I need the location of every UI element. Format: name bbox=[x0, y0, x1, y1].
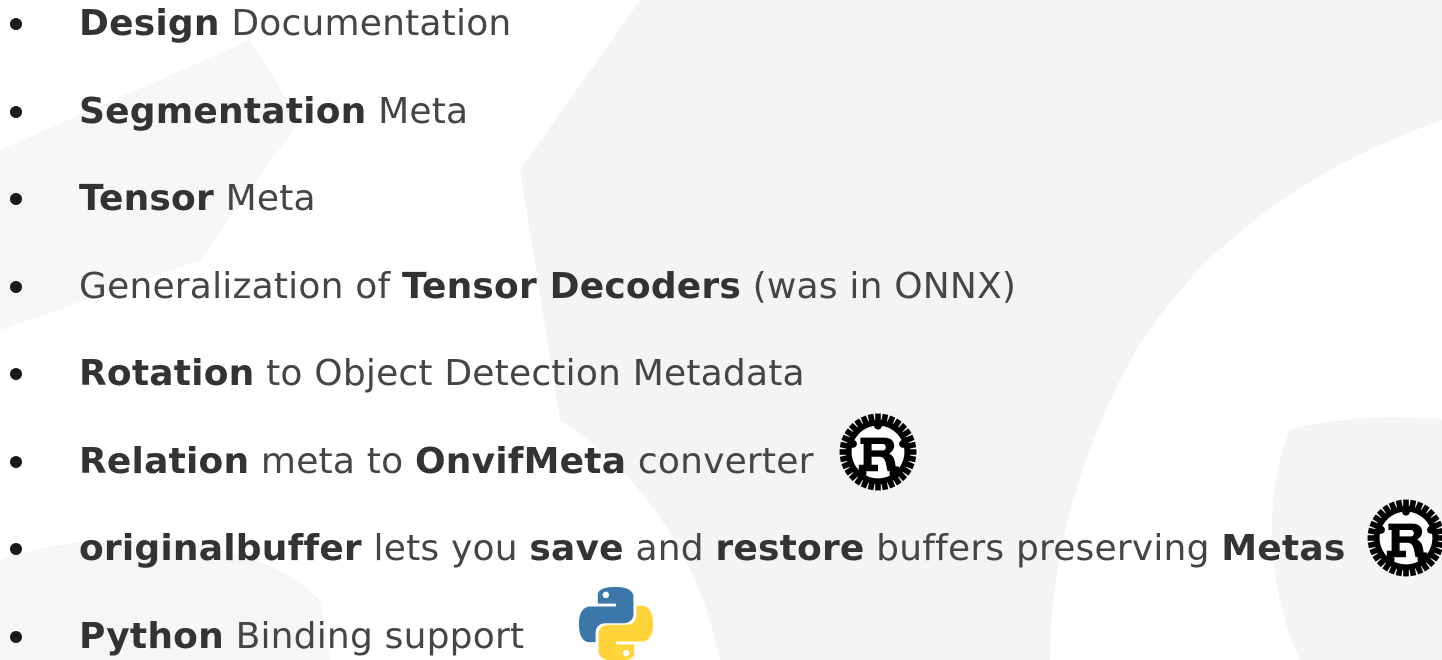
bullet-text: Design Documentation bbox=[79, 2, 511, 46]
regular-text: to Object Detection Metadata bbox=[254, 353, 805, 394]
bold-text: Design bbox=[79, 3, 220, 44]
bullet-text: Python Binding support bbox=[79, 615, 524, 659]
bullet-text: Rotation to Object Detection Metadata bbox=[79, 352, 805, 396]
regular-text: Generalization of bbox=[79, 265, 402, 307]
regular-text: lets you bbox=[361, 528, 530, 569]
regular-text: and bbox=[623, 528, 716, 569]
bold-text: Relation bbox=[79, 440, 250, 482]
bold-text: Python bbox=[79, 615, 224, 657]
bullet-dot bbox=[10, 280, 22, 293]
regular-text: Documentation bbox=[219, 3, 512, 44]
bullet-text: Tensor Meta bbox=[79, 177, 316, 221]
bullet-dot bbox=[10, 368, 22, 380]
bold-text: Segmentation bbox=[79, 90, 367, 132]
slide: Design Documentation Segmentation Meta Ten… bbox=[0, 0, 1442, 660]
bullet-dot bbox=[10, 193, 22, 205]
bullet-text: Generalization of Tensor Decoders (was i… bbox=[79, 265, 1016, 309]
bullet-dot bbox=[10, 18, 22, 30]
bullet-dot bbox=[10, 543, 22, 555]
bold-text: Rotation bbox=[79, 353, 255, 394]
bullet-text: Segmentation Meta bbox=[79, 90, 468, 134]
bullet-text: originalbuffer lets you save and restore… bbox=[79, 527, 1345, 571]
bullet-dot bbox=[10, 455, 22, 468]
rust-logo-icon bbox=[1367, 499, 1442, 577]
bullet-text: Relation meta to OnvifMeta converter bbox=[79, 440, 814, 484]
python-logo-icon bbox=[578, 586, 654, 660]
bold-text: Tensor bbox=[79, 178, 214, 219]
regular-text: Meta bbox=[213, 178, 316, 219]
bullet-dot bbox=[10, 630, 22, 643]
bold-text: OnvifMeta bbox=[414, 440, 627, 482]
bold-text: save bbox=[529, 528, 624, 569]
regular-text: (was in ONNX) bbox=[741, 265, 1017, 307]
bold-text: restore bbox=[715, 528, 865, 569]
bold-text: Metas bbox=[1221, 528, 1346, 569]
regular-text: converter bbox=[626, 440, 814, 482]
bold-text: Tensor Decoders bbox=[401, 265, 741, 307]
regular-text: meta to bbox=[249, 440, 415, 482]
rust-logo-icon bbox=[839, 413, 917, 491]
bullet-dot bbox=[10, 105, 22, 118]
regular-text: Binding support bbox=[223, 615, 525, 657]
regular-text: Meta bbox=[366, 90, 469, 132]
bold-text: originalbuffer bbox=[79, 528, 362, 569]
regular-text: buffers preserving bbox=[864, 528, 1222, 569]
